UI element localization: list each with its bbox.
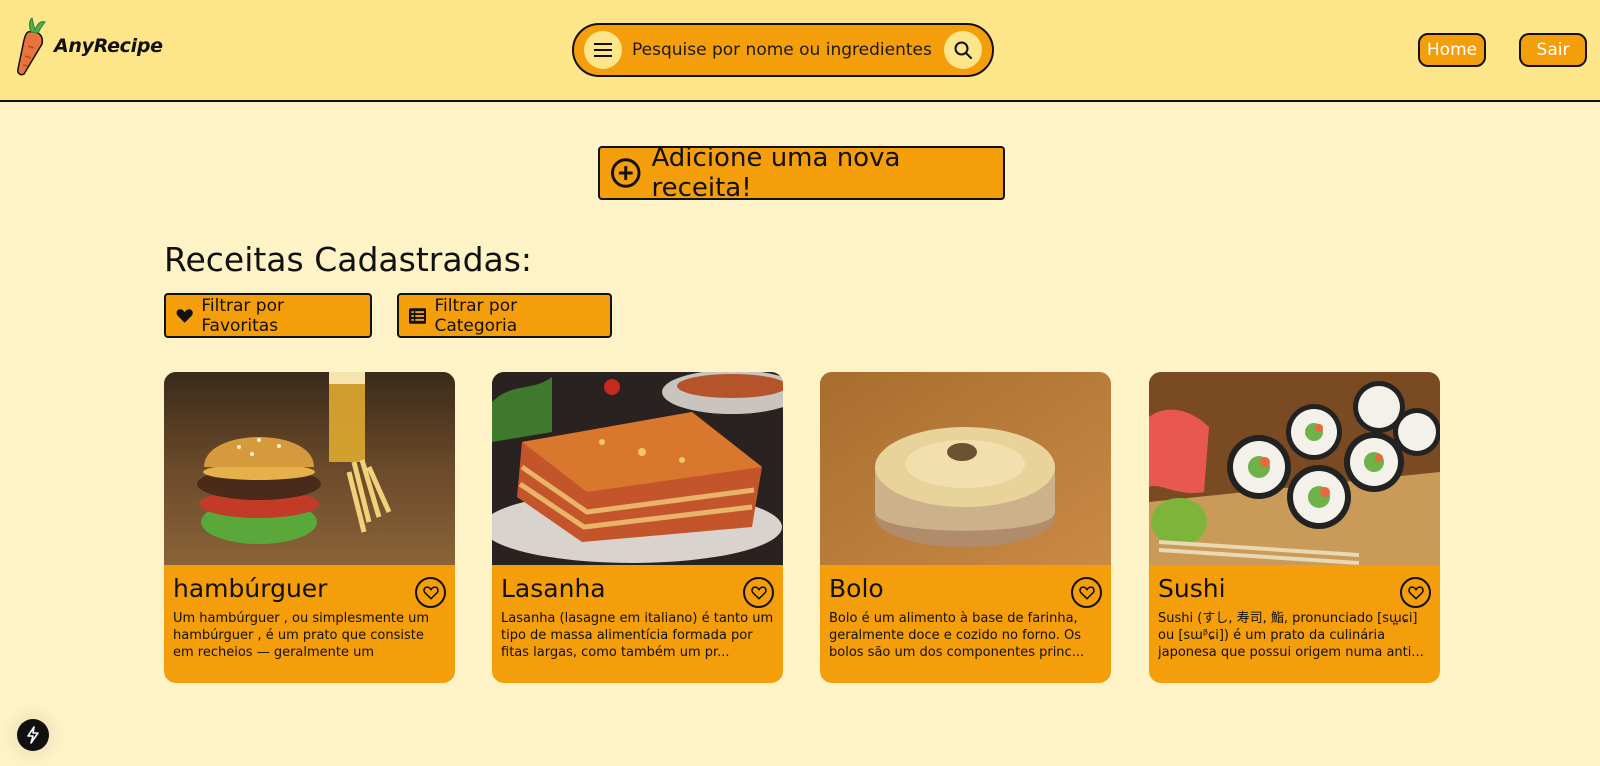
section-title: Receitas Cadastradas: (164, 240, 533, 279)
bolt-icon (27, 726, 39, 744)
recipe-title: Bolo (829, 574, 884, 603)
recipe-title: Sushi (1158, 574, 1226, 603)
add-recipe-button[interactable]: Adicione uma nova receita! (598, 143, 1005, 203)
list-icon (409, 307, 427, 324)
recipe-description: Bolo é um alimento à base de farinha, ge… (829, 611, 1085, 660)
recipe-description: Lasanha (lasagne em italiano) é tanto um… (501, 611, 774, 660)
plus-circle-icon (610, 158, 641, 188)
heart-icon (176, 308, 193, 323)
recipe-image-lasanha (492, 372, 783, 565)
recipe-title: Lasanha (501, 574, 606, 603)
filter-favorites-button[interactable]: Filtrar por Favoritas (164, 293, 372, 338)
recipe-image-hamburger (164, 372, 455, 565)
favorite-button[interactable] (415, 577, 446, 608)
favorite-button[interactable] (743, 577, 774, 608)
menu-button[interactable] (584, 31, 622, 69)
search-bar (572, 23, 994, 77)
top-header: AnyRecipe Home Sair (0, 0, 1600, 102)
heart-outline-icon (750, 585, 767, 600)
app-logo[interactable]: AnyRecipe (14, 16, 163, 76)
recipe-card[interactable]: hambúrguer Um hambúrguer , ou simplesmen… (164, 372, 455, 683)
logout-button[interactable]: Sair (1519, 33, 1587, 67)
filter-favorites-label: Filtrar por Favoritas (201, 295, 284, 336)
recipe-image-sushi (1149, 372, 1440, 565)
carrot-logo-icon (17, 16, 46, 76)
favorite-button[interactable] (1071, 577, 1102, 608)
heart-outline-icon (422, 585, 439, 600)
favorite-button[interactable] (1400, 577, 1431, 608)
filter-category-label: Filtrar por Categoria (434, 295, 518, 336)
app-name: AnyRecipe (54, 35, 163, 57)
recipe-card[interactable]: Lasanha Lasanha (lasagne em italiano) é … (492, 372, 783, 683)
heart-outline-icon (1078, 585, 1095, 600)
home-button[interactable]: Home (1418, 33, 1486, 67)
search-icon (954, 41, 972, 59)
search-input[interactable] (622, 31, 944, 69)
add-recipe-label: Adicione uma nova receita! (651, 143, 901, 203)
recipe-card[interactable]: Sushi Sushi (すし, 寿司, 鮨, pronunciado [sɯ͍… (1149, 372, 1440, 683)
recipe-card[interactable]: Bolo Bolo é um alimento à base de farinh… (820, 372, 1111, 683)
recipe-title: hambúrguer (173, 574, 328, 603)
search-button[interactable] (944, 31, 982, 69)
filter-category-button[interactable]: Filtrar por Categoria (397, 293, 612, 338)
dev-tools-button[interactable] (17, 719, 49, 751)
menu-icon (594, 43, 612, 57)
recipe-image-bolo (820, 372, 1111, 565)
recipe-description: Um hambúrguer , ou simplesmente um hambú… (173, 611, 430, 660)
recipe-description: Sushi (すし, 寿司, 鮨, pronunciado [sɯ͍ɕi] ou… (1158, 611, 1424, 660)
heart-outline-icon (1407, 585, 1424, 600)
